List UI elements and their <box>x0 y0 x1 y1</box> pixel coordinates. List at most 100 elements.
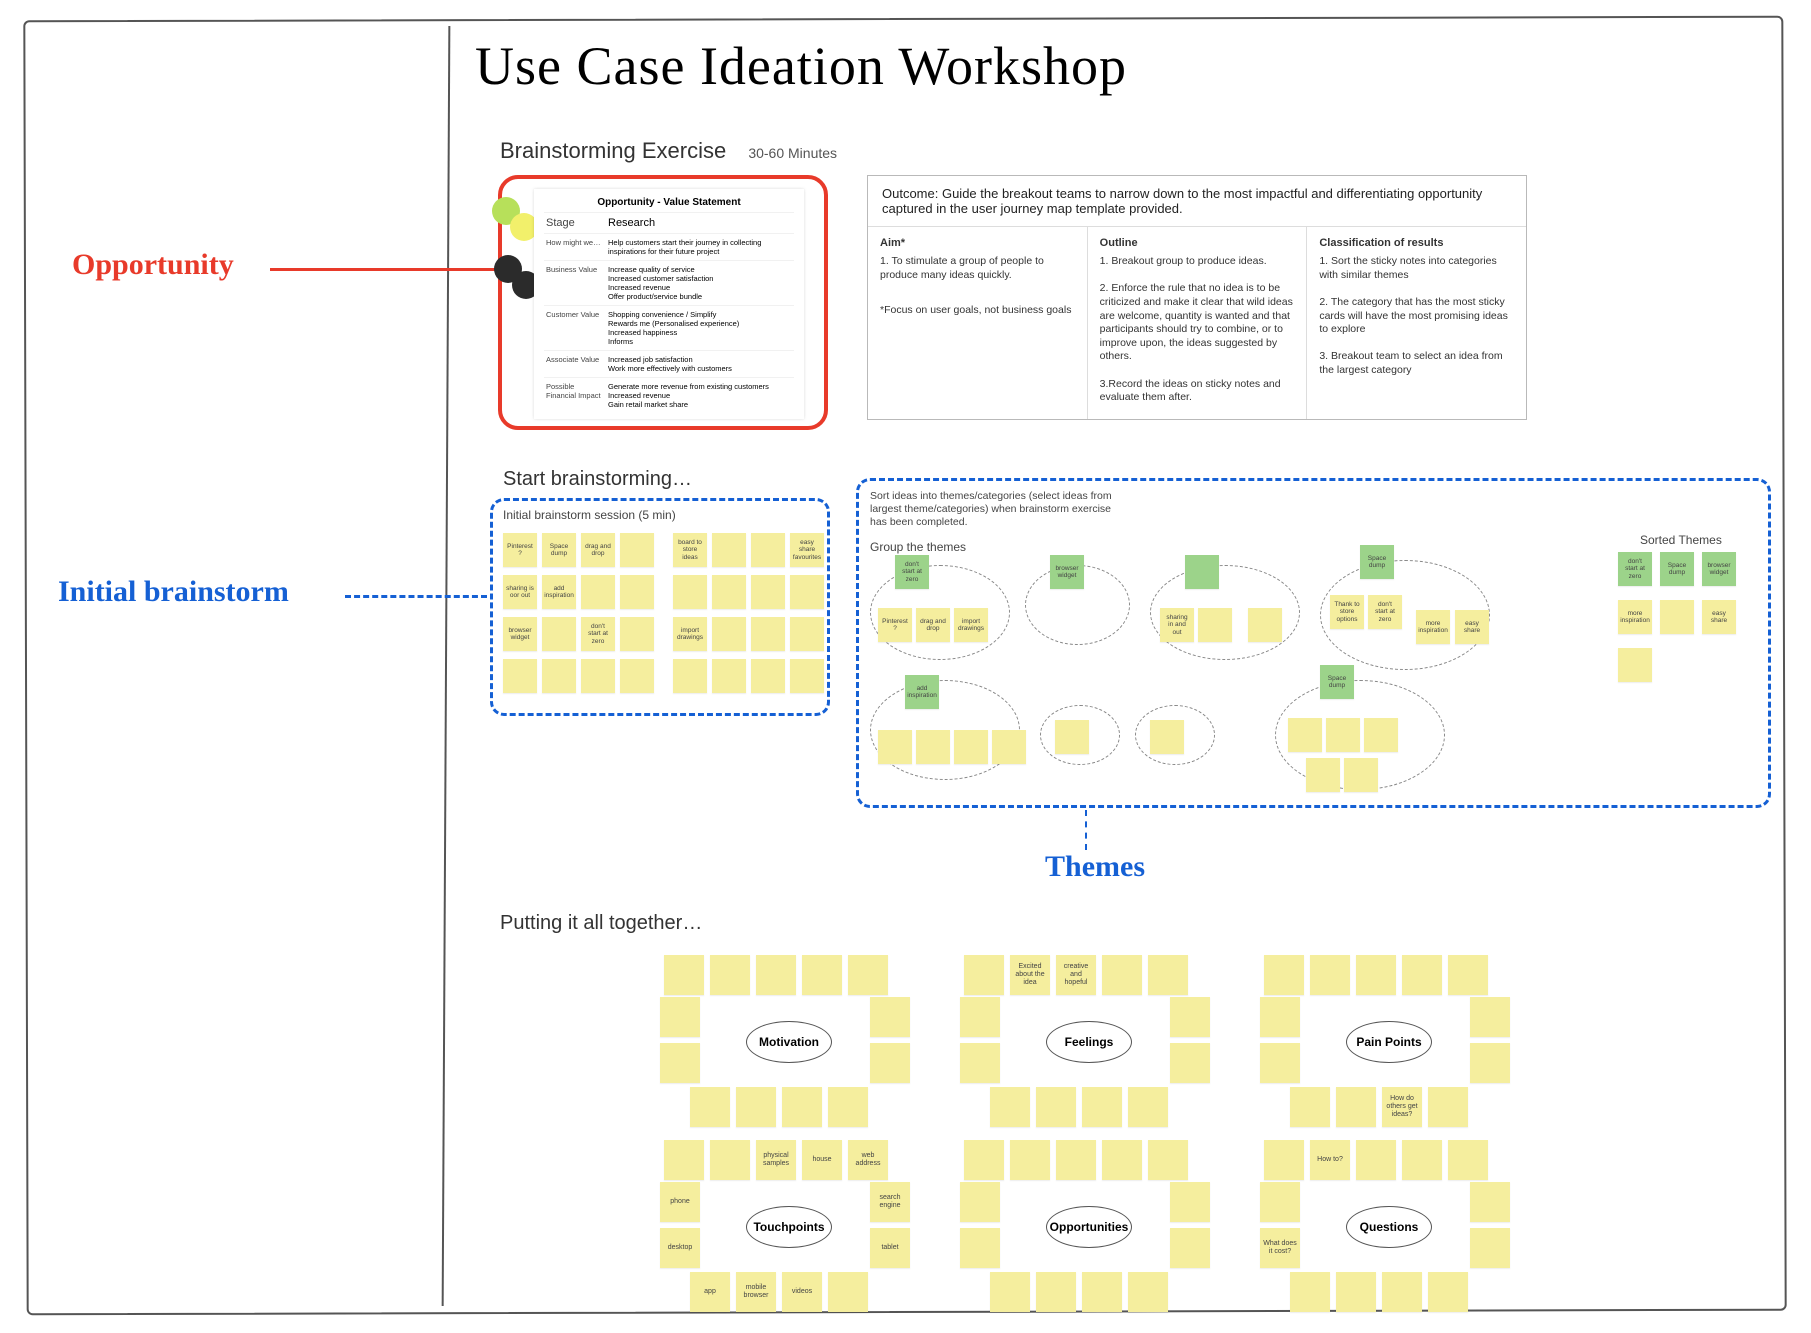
empathy-note[interactable] <box>870 1043 910 1083</box>
sticky-note[interactable] <box>620 659 654 693</box>
empathy-note[interactable] <box>1264 1140 1304 1180</box>
empathy-note[interactable]: How to? <box>1310 1140 1350 1180</box>
empathy-note[interactable] <box>1356 955 1396 995</box>
empathy-note[interactable] <box>710 1140 750 1180</box>
sticky-note[interactable] <box>790 659 824 693</box>
theme-note[interactable] <box>1288 718 1322 752</box>
sorted-theme-header[interactable]: Space dump <box>1660 552 1694 586</box>
sticky-note[interactable]: browser widget <box>503 617 537 651</box>
empathy-note[interactable] <box>1470 1043 1510 1083</box>
sticky-note[interactable] <box>751 533 785 567</box>
empathy-note[interactable] <box>664 1140 704 1180</box>
sticky-note[interactable] <box>620 617 654 651</box>
sticky-note[interactable] <box>751 617 785 651</box>
empathy-note[interactable]: tablet <box>870 1228 910 1268</box>
empathy-note[interactable] <box>1448 955 1488 995</box>
empathy-note[interactable] <box>1448 1140 1488 1180</box>
sticky-note[interactable] <box>751 659 785 693</box>
empathy-note[interactable] <box>1310 955 1350 995</box>
sorted-theme-note[interactable]: more inspiration <box>1618 600 1652 634</box>
sticky-note[interactable]: board to store ideas <box>673 533 707 567</box>
empathy-note[interactable] <box>1170 1228 1210 1268</box>
empathy-note[interactable] <box>870 997 910 1037</box>
sticky-note[interactable] <box>503 659 537 693</box>
empathy-note[interactable] <box>1470 1182 1510 1222</box>
theme-header-note[interactable]: Space dump <box>1360 545 1394 579</box>
empathy-note[interactable] <box>1264 955 1304 995</box>
theme-note[interactable]: don't start at zero <box>1368 595 1402 629</box>
sticky-note[interactable]: easy share favourites <box>790 533 824 567</box>
sticky-note[interactable]: Pinterest ? <box>503 533 537 567</box>
empathy-note[interactable] <box>964 955 1004 995</box>
empathy-note[interactable] <box>1102 1140 1142 1180</box>
sticky-note[interactable] <box>790 617 824 651</box>
theme-header-note[interactable]: Space dump <box>1320 665 1354 699</box>
theme-header-note[interactable]: browser widget <box>1050 555 1084 589</box>
empathy-note[interactable] <box>1148 1140 1188 1180</box>
theme-header-note[interactable]: don't start at zero <box>895 555 929 589</box>
empathy-note[interactable] <box>1082 1087 1122 1127</box>
theme-note[interactable] <box>916 730 950 764</box>
theme-note[interactable] <box>1344 758 1378 792</box>
theme-note[interactable]: Pinterest ? <box>878 608 912 642</box>
sticky-note[interactable] <box>581 659 615 693</box>
empathy-note[interactable]: phone <box>660 1182 700 1222</box>
theme-note[interactable] <box>1150 720 1184 754</box>
empathy-note[interactable] <box>1170 997 1210 1037</box>
theme-note[interactable] <box>1055 720 1089 754</box>
theme-header-note[interactable] <box>1185 555 1219 589</box>
sticky-note[interactable] <box>712 575 746 609</box>
empathy-note[interactable] <box>660 997 700 1037</box>
empathy-note[interactable] <box>1260 1043 1300 1083</box>
empathy-note[interactable] <box>1170 1182 1210 1222</box>
empathy-note[interactable] <box>1128 1087 1168 1127</box>
sticky-note[interactable] <box>542 659 576 693</box>
sorted-theme-header[interactable]: browser widget <box>1702 552 1736 586</box>
theme-note[interactable] <box>1198 608 1232 642</box>
empathy-note[interactable]: web address <box>848 1140 888 1180</box>
empathy-note[interactable] <box>1428 1087 1468 1127</box>
sticky-note[interactable]: add inspiration <box>542 575 576 609</box>
empathy-note[interactable]: physical samples <box>756 1140 796 1180</box>
theme-note[interactable] <box>1248 608 1282 642</box>
empathy-note[interactable] <box>1260 997 1300 1037</box>
sticky-note[interactable]: drag and drop <box>581 533 615 567</box>
empathy-note[interactable] <box>664 955 704 995</box>
sticky-note[interactable] <box>542 617 576 651</box>
empathy-note[interactable] <box>960 1043 1000 1083</box>
empathy-note[interactable] <box>802 955 842 995</box>
empathy-note[interactable]: house <box>802 1140 842 1180</box>
empathy-note[interactable] <box>1128 1272 1168 1312</box>
empathy-note[interactable] <box>1010 1140 1050 1180</box>
empathy-note[interactable] <box>1102 955 1142 995</box>
sticky-note[interactable] <box>712 617 746 651</box>
empathy-note[interactable] <box>964 1140 1004 1180</box>
sticky-note[interactable] <box>712 533 746 567</box>
empathy-note[interactable] <box>1082 1272 1122 1312</box>
empathy-note[interactable] <box>990 1087 1030 1127</box>
empathy-note[interactable] <box>1170 1043 1210 1083</box>
empathy-note[interactable] <box>960 997 1000 1037</box>
sticky-note[interactable]: sharing is oor out <box>503 575 537 609</box>
empathy-note[interactable]: videos <box>782 1272 822 1312</box>
sorted-theme-header[interactable]: don't start at zero <box>1618 552 1652 586</box>
empathy-note[interactable] <box>1470 1228 1510 1268</box>
empathy-note[interactable] <box>710 955 750 995</box>
empathy-note[interactable] <box>828 1272 868 1312</box>
empathy-note[interactable] <box>1336 1087 1376 1127</box>
empathy-note[interactable]: mobile browser <box>736 1272 776 1312</box>
empathy-note[interactable] <box>1382 1272 1422 1312</box>
theme-note[interactable]: Thank to store options <box>1330 595 1364 629</box>
empathy-note[interactable] <box>848 955 888 995</box>
sticky-note[interactable]: import drawings <box>673 617 707 651</box>
sticky-note[interactable] <box>712 659 746 693</box>
empathy-note[interactable] <box>1336 1272 1376 1312</box>
empathy-note[interactable] <box>736 1087 776 1127</box>
sticky-note[interactable] <box>673 659 707 693</box>
empathy-note[interactable] <box>660 1043 700 1083</box>
empathy-note[interactable] <box>1036 1272 1076 1312</box>
sticky-note[interactable]: Space dump <box>542 533 576 567</box>
empathy-note[interactable] <box>1290 1272 1330 1312</box>
empathy-note[interactable] <box>690 1087 730 1127</box>
theme-note[interactable] <box>878 730 912 764</box>
